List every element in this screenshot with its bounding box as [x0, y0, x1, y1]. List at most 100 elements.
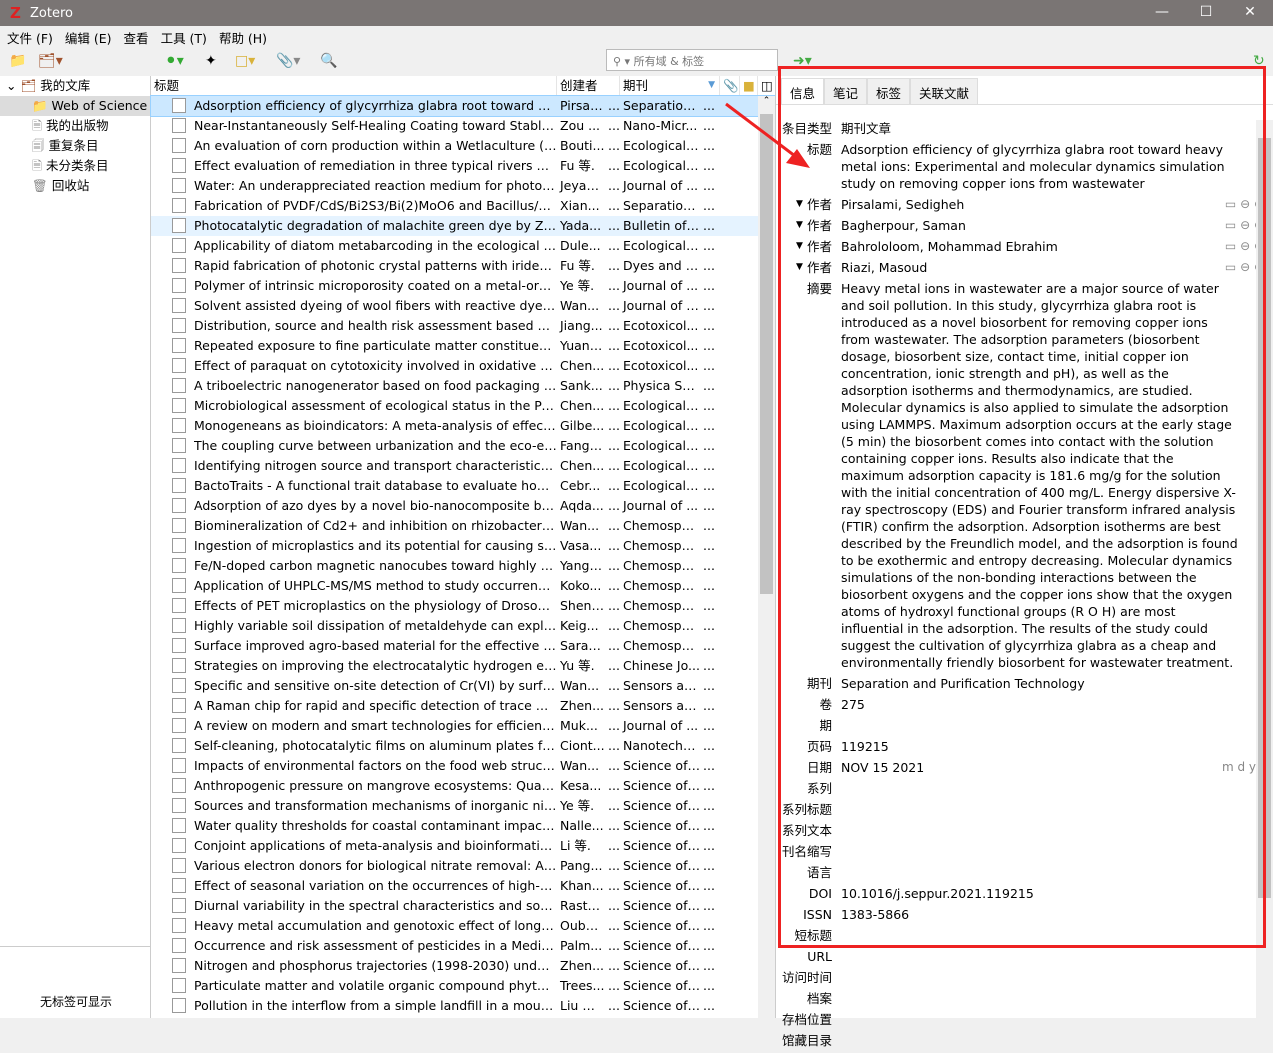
collection-item[interactable]: 📁 Web of Science: [0, 96, 150, 116]
table-row[interactable]: Pollution in the interflow from a simple…: [151, 996, 775, 1016]
scroll-thumb[interactable]: [1258, 138, 1271, 898]
expand-triangle-icon[interactable]: ▼: [796, 259, 803, 276]
menu-view[interactable]: 查看: [124, 28, 149, 47]
expand-triangle-icon[interactable]: ▼: [796, 238, 803, 255]
table-row[interactable]: Identifying nitrogen source and transpor…: [151, 456, 775, 476]
table-row[interactable]: Self-cleaning, photocatalytic films on a…: [151, 736, 775, 756]
table-row[interactable]: Microbiological assessment of ecological…: [151, 396, 775, 416]
field-value[interactable]: [841, 948, 1239, 965]
table-row[interactable]: Application of UHPLC-MS/MS method to stu…: [151, 576, 775, 596]
table-row[interactable]: Water: An underappreciated reaction medi…: [151, 176, 775, 196]
expand-triangle-icon[interactable]: ▼: [796, 217, 803, 234]
menu-help[interactable]: 帮助 (H): [219, 28, 267, 47]
table-row[interactable]: Biomineralization of Cd2+ and inhibition…: [151, 516, 775, 536]
field-value[interactable]: 10.1016/j.seppur.2021.119215: [841, 885, 1239, 902]
table-row[interactable]: Solvent assisted dyeing of wool fibers w…: [151, 296, 775, 316]
collection-item[interactable]: 🗐 重复条目: [0, 136, 150, 156]
maximize-button[interactable]: ☐: [1183, 0, 1229, 26]
table-row[interactable]: Repeated exposure to fine particulate ma…: [151, 336, 775, 356]
field-value[interactable]: 275: [841, 696, 1239, 713]
table-row[interactable]: Distribution, source and health risk ass…: [151, 316, 775, 336]
field-value[interactable]: [841, 1011, 1239, 1028]
scroll-up-icon[interactable]: ⌃: [758, 96, 775, 106]
tab-tags[interactable]: 标签: [867, 78, 911, 104]
table-row[interactable]: Polymer of intrinsic microporosity coate…: [151, 276, 775, 296]
table-row[interactable]: Effect of paraquat on cytotoxicity invol…: [151, 356, 775, 376]
expand-triangle-icon[interactable]: ▼: [796, 196, 803, 213]
field-value[interactable]: [841, 801, 1239, 818]
sync-icon[interactable]: ↻: [1253, 53, 1265, 69]
tab-related[interactable]: 关联文献: [910, 78, 979, 104]
field-value[interactable]: [841, 717, 1239, 734]
field-value[interactable]: [841, 864, 1239, 881]
table-row[interactable]: Fe/N-doped carbon magnetic nanocubes tow…: [151, 556, 775, 576]
table-row[interactable]: The coupling curve between urbanization …: [151, 436, 775, 456]
new-item-icon[interactable]: ⚫▾: [165, 53, 184, 69]
table-row[interactable]: Monogeneans as bioindicators: A meta-ana…: [151, 416, 775, 436]
table-row[interactable]: An evaluation of corn production within …: [151, 136, 775, 156]
field-value[interactable]: Bagherpour, Saman: [841, 217, 1239, 234]
field-value[interactable]: [841, 843, 1239, 860]
field-value[interactable]: Adsorption efficiency of glycyrrhiza gla…: [841, 141, 1239, 192]
menu-tools[interactable]: 工具 (T): [161, 28, 207, 47]
field-value[interactable]: [841, 927, 1239, 944]
search-input[interactable]: ⚲ ▾ 所有域 & 标签: [606, 49, 778, 71]
field-value[interactable]: [841, 969, 1239, 986]
items-scrollbar[interactable]: ⌃: [758, 96, 775, 1018]
collection-item[interactable]: 🗎 未分类条目: [0, 156, 150, 176]
table-row[interactable]: Strategies on improving the electrocatal…: [151, 656, 775, 676]
close-button[interactable]: ✕: [1227, 0, 1273, 26]
expand-chevron-icon[interactable]: ⌄: [6, 78, 20, 93]
table-row[interactable]: Heavy metal accumulation and genotoxic e…: [151, 916, 775, 936]
table-row[interactable]: Anthropogenic pressure on mangrove ecosy…: [151, 776, 775, 796]
table-row[interactable]: Rapid fabrication of photonic crystal pa…: [151, 256, 775, 276]
column-creator[interactable]: 创建者: [557, 76, 620, 95]
locate-icon[interactable]: ➜▾: [793, 53, 812, 69]
field-value[interactable]: 119215: [841, 738, 1239, 755]
field-value[interactable]: Separation and Purification Technology: [841, 675, 1239, 692]
column-picker-icon[interactable]: ◫: [758, 76, 775, 95]
table-row[interactable]: A triboelectric nanogenerator based on f…: [151, 376, 775, 396]
add-by-identifier-icon[interactable]: ✦: [205, 53, 217, 69]
collection-item[interactable]: 🗑 回收站: [0, 176, 150, 196]
table-row[interactable]: Impacts of environmental factors on the …: [151, 756, 775, 776]
table-row[interactable]: Near-Instantaneously Self-Healing Coatin…: [151, 116, 775, 136]
table-row[interactable]: Water quality thresholds for coastal con…: [151, 816, 775, 836]
field-value[interactable]: [841, 780, 1239, 797]
table-row[interactable]: Ingestion of microplastics and its poten…: [151, 536, 775, 556]
field-value[interactable]: 1383-5866: [841, 906, 1239, 923]
table-row[interactable]: A review on modern and smart technologie…: [151, 716, 775, 736]
table-row[interactable]: Photocatalytic degradation of malachite …: [151, 216, 775, 236]
new-library-icon[interactable]: 🗂▾: [38, 53, 63, 69]
table-row[interactable]: Effect of seasonal variation on the occu…: [151, 876, 775, 896]
field-value[interactable]: Heavy metal ions in wastewater are a maj…: [841, 280, 1239, 671]
field-value[interactable]: Pirsalami, Sedigheh: [841, 196, 1239, 213]
table-row[interactable]: Effect evaluation of remediation in thre…: [151, 156, 775, 176]
table-row[interactable]: BactoTraits - A functional trait databas…: [151, 476, 775, 496]
table-row[interactable]: Surface improved agro-based material for…: [151, 636, 775, 656]
new-collection-icon[interactable]: 📁: [9, 53, 26, 69]
table-row[interactable]: Applicability of diatom metabarcoding in…: [151, 236, 775, 256]
tab-info[interactable]: 信息: [781, 78, 825, 104]
field-value[interactable]: [841, 990, 1239, 1007]
attachment-icon[interactable]: 📎▾: [276, 53, 300, 69]
field-value[interactable]: [841, 1032, 1239, 1049]
table-row[interactable]: Adsorption of azo dyes by a novel bio-na…: [151, 496, 775, 516]
table-row[interactable]: Conjoint applications of meta-analysis a…: [151, 836, 775, 856]
scroll-thumb[interactable]: [760, 114, 773, 594]
field-value[interactable]: [841, 822, 1239, 839]
menu-edit[interactable]: 编辑 (E): [65, 28, 112, 47]
attachment-column-icon[interactable]: 📎: [720, 76, 740, 95]
collection-item[interactable]: 🗎 我的出版物: [0, 116, 150, 136]
tab-notes[interactable]: 笔记: [824, 78, 868, 104]
field-value[interactable]: NOV 15 2021: [841, 759, 1239, 776]
minimize-button[interactable]: —: [1139, 0, 1185, 26]
table-row[interactable]: Highly variable soil dissipation of meta…: [151, 616, 775, 636]
new-note-icon[interactable]: □▾: [235, 53, 255, 69]
column-journal[interactable]: 期刊 ▼: [620, 76, 720, 95]
table-row[interactable]: Specific and sensitive on-site detection…: [151, 676, 775, 696]
table-row[interactable]: Effects of PET microplastics on the phys…: [151, 596, 775, 616]
search-icon[interactable]: 🔍: [320, 53, 337, 69]
table-row[interactable]: Nitrogen and phosphorus trajectories (19…: [151, 956, 775, 976]
field-value[interactable]: Bahrololoom, Mohammad Ebrahim: [841, 238, 1239, 255]
